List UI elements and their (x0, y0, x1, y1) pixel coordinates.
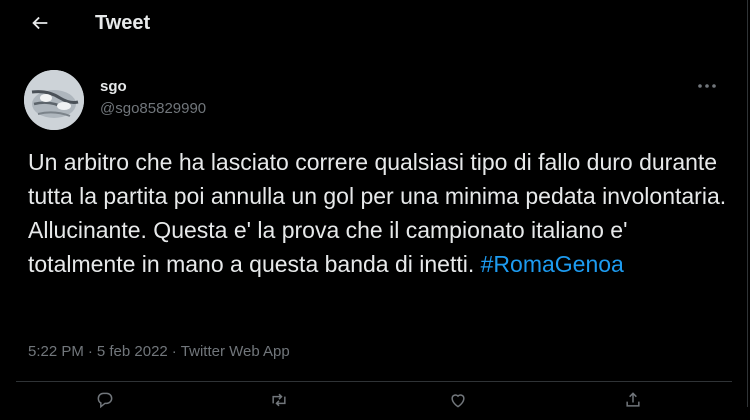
action-bar (0, 390, 748, 420)
more-options-button[interactable] (690, 72, 724, 100)
avatar[interactable] (24, 70, 84, 130)
tweet-time[interactable]: 5:22 PM (28, 343, 84, 360)
separator-dot: · (87, 343, 93, 360)
avatar-image (24, 70, 84, 130)
retweet-button[interactable] (264, 390, 294, 420)
author-display-name[interactable]: sgo (100, 78, 127, 95)
share-icon (626, 392, 640, 407)
like-icon (451, 394, 465, 408)
separator-dot: · (171, 343, 177, 360)
divider (16, 381, 732, 382)
author-handle[interactable]: @sgo85829990 (100, 100, 206, 117)
page-header: Tweet (0, 0, 748, 48)
page-title: Tweet (95, 12, 151, 34)
arrow-left-icon (32, 16, 48, 30)
like-button[interactable] (443, 390, 473, 420)
reply-icon (97, 392, 113, 409)
retweet-icon (272, 393, 286, 407)
back-button[interactable] (22, 5, 58, 41)
share-button[interactable] (618, 390, 648, 420)
tweet-page: Tweet sgo @sgo85829990 Un arbitro che ha… (0, 0, 748, 409)
tweet-text: Un arbitro che ha lasciato correre quals… (28, 145, 728, 281)
tweet-source[interactable]: Twitter Web App (181, 343, 290, 360)
more-horizontal-icon (698, 84, 716, 88)
hashtag-link[interactable]: #RomaGenoa (481, 251, 624, 277)
tweet-metadata: 5:22 PM · 5 feb 2022 · Twitter Web App (28, 343, 290, 360)
reply-button[interactable] (90, 390, 120, 420)
tweet-date[interactable]: 5 feb 2022 (97, 343, 168, 360)
